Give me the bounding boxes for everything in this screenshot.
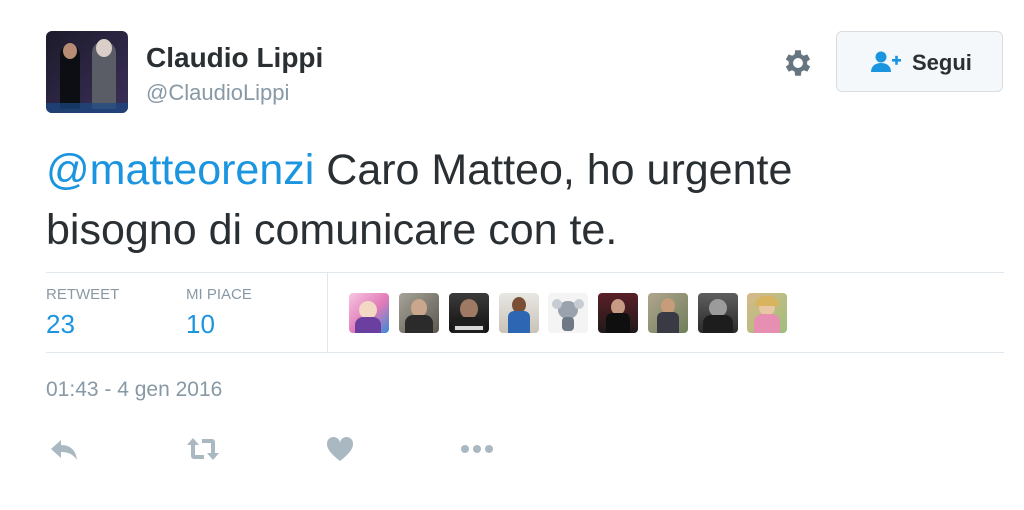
retweet-stat-label: RETWEET (46, 286, 120, 303)
avatar-figure-left (60, 43, 80, 109)
retweet-count: 23 (46, 309, 75, 339)
liker-avatar[interactable] (648, 293, 688, 333)
liker-avatar[interactable] (449, 293, 489, 333)
divider-top (46, 272, 1004, 273)
mention-link[interactable]: @matteorenzi (46, 146, 314, 194)
liker-avatar[interactable] (499, 293, 539, 333)
liker-avatar[interactable] (598, 293, 638, 333)
heart-icon[interactable] (323, 432, 357, 466)
avatar-stage-light (46, 103, 128, 113)
like-stat[interactable]: MI PIACE 10 (186, 286, 252, 340)
liker-avatar[interactable] (548, 293, 588, 333)
add-user-icon (869, 50, 903, 74)
liker-avatar[interactable] (698, 293, 738, 333)
user-name[interactable]: Claudio Lippi (146, 42, 323, 74)
liker-avatar[interactable] (399, 293, 439, 333)
follow-button[interactable]: Segui (836, 31, 1003, 92)
follow-button-label: Segui (912, 50, 972, 75)
retweet-stat[interactable]: RETWEET 23 (46, 286, 119, 340)
avatar-figure-right (92, 39, 116, 109)
stats-separator (327, 273, 328, 353)
tweet-text-line2: bisogno di comunicare con te. (46, 206, 618, 254)
gear-icon[interactable] (781, 46, 815, 80)
reply-icon[interactable] (47, 432, 81, 466)
like-count: 10 (186, 309, 215, 339)
more-icon[interactable] (459, 432, 493, 466)
tweet-text-line1: Caro Matteo, ho urgente (314, 146, 793, 194)
divider-bottom (46, 352, 1004, 353)
retweet-icon[interactable] (185, 432, 219, 466)
user-handle[interactable]: @ClaudioLippi (146, 80, 289, 106)
liker-avatar[interactable] (349, 293, 389, 333)
like-stat-label: MI PIACE (186, 286, 252, 303)
tweet-timestamp[interactable]: 01:43 - 4 gen 2016 (46, 378, 222, 402)
avatar[interactable] (46, 31, 128, 113)
liker-avatar[interactable] (747, 293, 787, 333)
tweet-text: @matteorenzi Caro Matteo, ho urgente bis… (46, 140, 986, 260)
